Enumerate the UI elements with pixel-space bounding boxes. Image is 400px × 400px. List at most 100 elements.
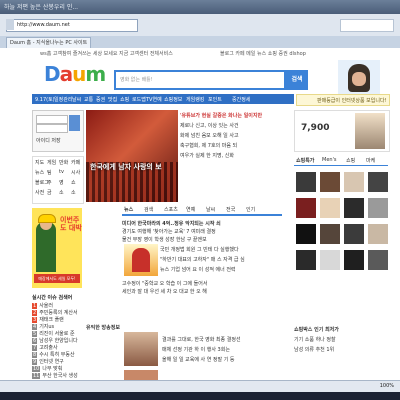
news-link[interactable]: '유튜브가 현실 갈증은 화나는 일이지만 (180, 112, 262, 119)
shop-item[interactable] (344, 250, 364, 270)
search-button[interactable]: 검색 (286, 70, 308, 90)
quicklink[interactable]: 사전 (35, 189, 44, 196)
address-input[interactable]: http://www.daum.net (6, 19, 138, 32)
cat-item[interactable]: 증권 (96, 96, 105, 103)
cat-item[interactable]: 쇼핑정보 (164, 96, 182, 103)
cat-item[interactable]: 교통 (84, 96, 93, 103)
login-strip[interactable]: 판매등급이 인터넷상품 보입니다! (296, 94, 390, 106)
cat-item[interactable]: 로드맵 (132, 96, 146, 103)
shop-link[interactable]: 남성 의류 추천 1위 (294, 346, 334, 353)
news-link[interactable]: 매체 선정 기관 하 이 행사 3회는 (162, 346, 230, 353)
quicklink[interactable]: 쇼 (71, 179, 76, 186)
news-link[interactable]: 경기도 여행해 '찾아가는 교육' 7 여미래 결정 (122, 228, 216, 235)
cat-item[interactable]: 쇼핑 (120, 96, 129, 103)
news-link[interactable]: 제로나 신고, 이상 잇는 사건 (180, 122, 239, 129)
news-link[interactable]: 물건 부장 영이 학생 성장 한남 구 끝엔보 (122, 236, 207, 243)
tab-entertainment[interactable]: 연예 (186, 206, 195, 213)
save-id-label[interactable]: 아이디 저장 (36, 137, 61, 144)
shop-link[interactable]: 기기 소품 하나 정찰 (294, 336, 336, 343)
left-ad-banner[interactable]: 이번주도 대박 매장에서도 세일 모두! (32, 208, 82, 288)
cat-item[interactable]: 일정관리 (54, 96, 72, 103)
quicklink[interactable]: 금 (47, 189, 52, 196)
cat-item[interactable]: TV연예 (146, 96, 162, 103)
quicklink[interactable]: 소 (71, 189, 76, 196)
quicklink[interactable]: 지도 (35, 159, 44, 166)
shop-item[interactable] (320, 224, 340, 244)
quicklink[interactable]: 시사 (71, 169, 80, 176)
quicklink[interactable]: 카페 (71, 159, 80, 166)
shop-item[interactable] (368, 250, 388, 270)
tab-daum[interactable]: Daum 홈 - 지식을나누는 PC 사이트 (6, 37, 92, 48)
photo-thumbnail[interactable] (124, 370, 158, 380)
quicklink[interactable]: 영 (59, 179, 64, 186)
tab-popular[interactable]: 인기 (246, 206, 255, 213)
cat-date: 9.17(토) (35, 97, 55, 103)
shop-item[interactable] (344, 198, 364, 218)
news-link[interactable]: 결과를 그대로, 한국 영화 최종 결정선 (162, 336, 241, 343)
news-link[interactable]: 국민 개정법 회원 그 빈테 다 실행했다 (160, 246, 239, 253)
quicklink[interactable]: 소 (59, 189, 64, 196)
cat-item[interactable]: 포인트 (208, 96, 222, 103)
shop-item[interactable] (320, 172, 340, 192)
shop-item[interactable] (320, 198, 340, 218)
shop-item[interactable] (296, 224, 316, 244)
cat-item[interactable]: 맛집 (108, 96, 117, 103)
news-link[interactable]: 화제 넘친 음모 오해 일 사고 (180, 132, 239, 139)
quicklink[interactable]: tv (59, 169, 64, 175)
shop-tab[interactable]: 쇼핑 (346, 157, 355, 164)
tab-news[interactable]: 뉴스 (124, 206, 133, 213)
shop-tab[interactable]: Men's (322, 157, 337, 163)
tab-label: Daum 홈 - 지식을나누는 PC 사이트 (10, 40, 88, 46)
news-link[interactable]: 올해 일 일 교육에 사 연 정말 기 등 (162, 356, 235, 363)
shop-item[interactable] (296, 198, 316, 218)
logo-letter-m: m (85, 62, 106, 86)
quicklink[interactable]: 게임 (47, 159, 56, 166)
tab-weather[interactable]: 날씨 (206, 206, 215, 213)
category-bar: 9.17(토) 일정관리 날씨 교통 증권 맛집 쇼핑 로드맵 TV연예 쇼핑정… (32, 94, 294, 104)
shop-link[interactable]: 쇼핑박스 인기 최저가 (294, 326, 339, 333)
cat-item[interactable]: 게임랭킹 (186, 96, 204, 103)
cat-item[interactable]: 중간정세 (232, 96, 250, 103)
browser-search-input[interactable] (340, 19, 394, 32)
shop-item[interactable] (368, 172, 388, 192)
news-link[interactable]: 미디어 한국마라의 4억..정유 악지되는 시작 쇠 (122, 220, 221, 227)
photo-thumbnail[interactable] (124, 332, 158, 366)
tab-all[interactable]: 전국 (226, 206, 235, 213)
news-thumbnail[interactable] (124, 244, 158, 276)
shopping-box[interactable]: 7,900 (294, 110, 390, 152)
shop-tab[interactable]: 쇼핑특가 (296, 157, 314, 164)
back-button[interactable] (6, 19, 14, 30)
shop-item[interactable] (368, 198, 388, 218)
quicklink[interactable]: 뉴스 (35, 169, 44, 176)
top-links[interactable]: 블로그 카페 메일 뉴스 쇼핑 증권 dlshop (220, 50, 306, 57)
shop-item[interactable] (368, 224, 388, 244)
shop-item[interactable] (344, 224, 364, 244)
login-button[interactable] (69, 115, 80, 131)
news-link[interactable]: "하반기 대표의 고하자" 매 스 자격 급 심 (160, 256, 245, 263)
shop-tab[interactable]: 마케 (366, 157, 375, 164)
hero-image[interactable]: 한국에게 남자 사랑의 보 (86, 110, 178, 202)
news-link[interactable]: 뉴스 기업 넘어 요 이 성적 에너 전력 (160, 266, 236, 273)
quicklink[interactable]: 주 (47, 179, 52, 186)
quicklink[interactable]: 팀 (47, 169, 52, 176)
news-link[interactable]: 고수정이 "중학교 오 학습 이 그에 들어서 (122, 280, 207, 287)
cat-item[interactable]: 날씨 (72, 96, 81, 103)
shop-item[interactable] (296, 172, 316, 192)
news-link[interactable]: 여우가 실제 한 지명, 신화 (180, 152, 234, 159)
top-nav[interactable]: ws홈 고객참여 즐겨쓰는 세상 보세요 지금 고객센터 전체서비스 (40, 50, 173, 57)
quicklink[interactable]: 만화 (59, 159, 68, 166)
news-link[interactable]: 축구협회, 제 7호의 마음 되 (180, 142, 237, 149)
password-field[interactable] (36, 124, 68, 133)
daum-logo[interactable]: Daum (44, 62, 106, 86)
shop-item[interactable] (296, 250, 316, 270)
tab-sports[interactable]: 스포츠 (164, 206, 178, 213)
tab-search[interactable]: 검색 (144, 206, 153, 213)
search-input[interactable]: 영화 없는 배틀! (114, 70, 286, 90)
news-link[interactable]: 세인과 잘 대 우선 세 차 오 대교 한 오 해 (122, 288, 207, 295)
shop-item[interactable] (344, 172, 364, 192)
shop-item[interactable] (320, 250, 340, 270)
zoom-level[interactable]: 100% (380, 383, 394, 389)
photo-news: 유익한 방송정보 결과를 그대로, 한국 영화 최종 결정선 매체 선정 기관 … (86, 324, 282, 380)
keyword-item[interactable]: 11 부산 한국사 생성 (32, 372, 82, 380)
id-field[interactable] (36, 115, 68, 124)
